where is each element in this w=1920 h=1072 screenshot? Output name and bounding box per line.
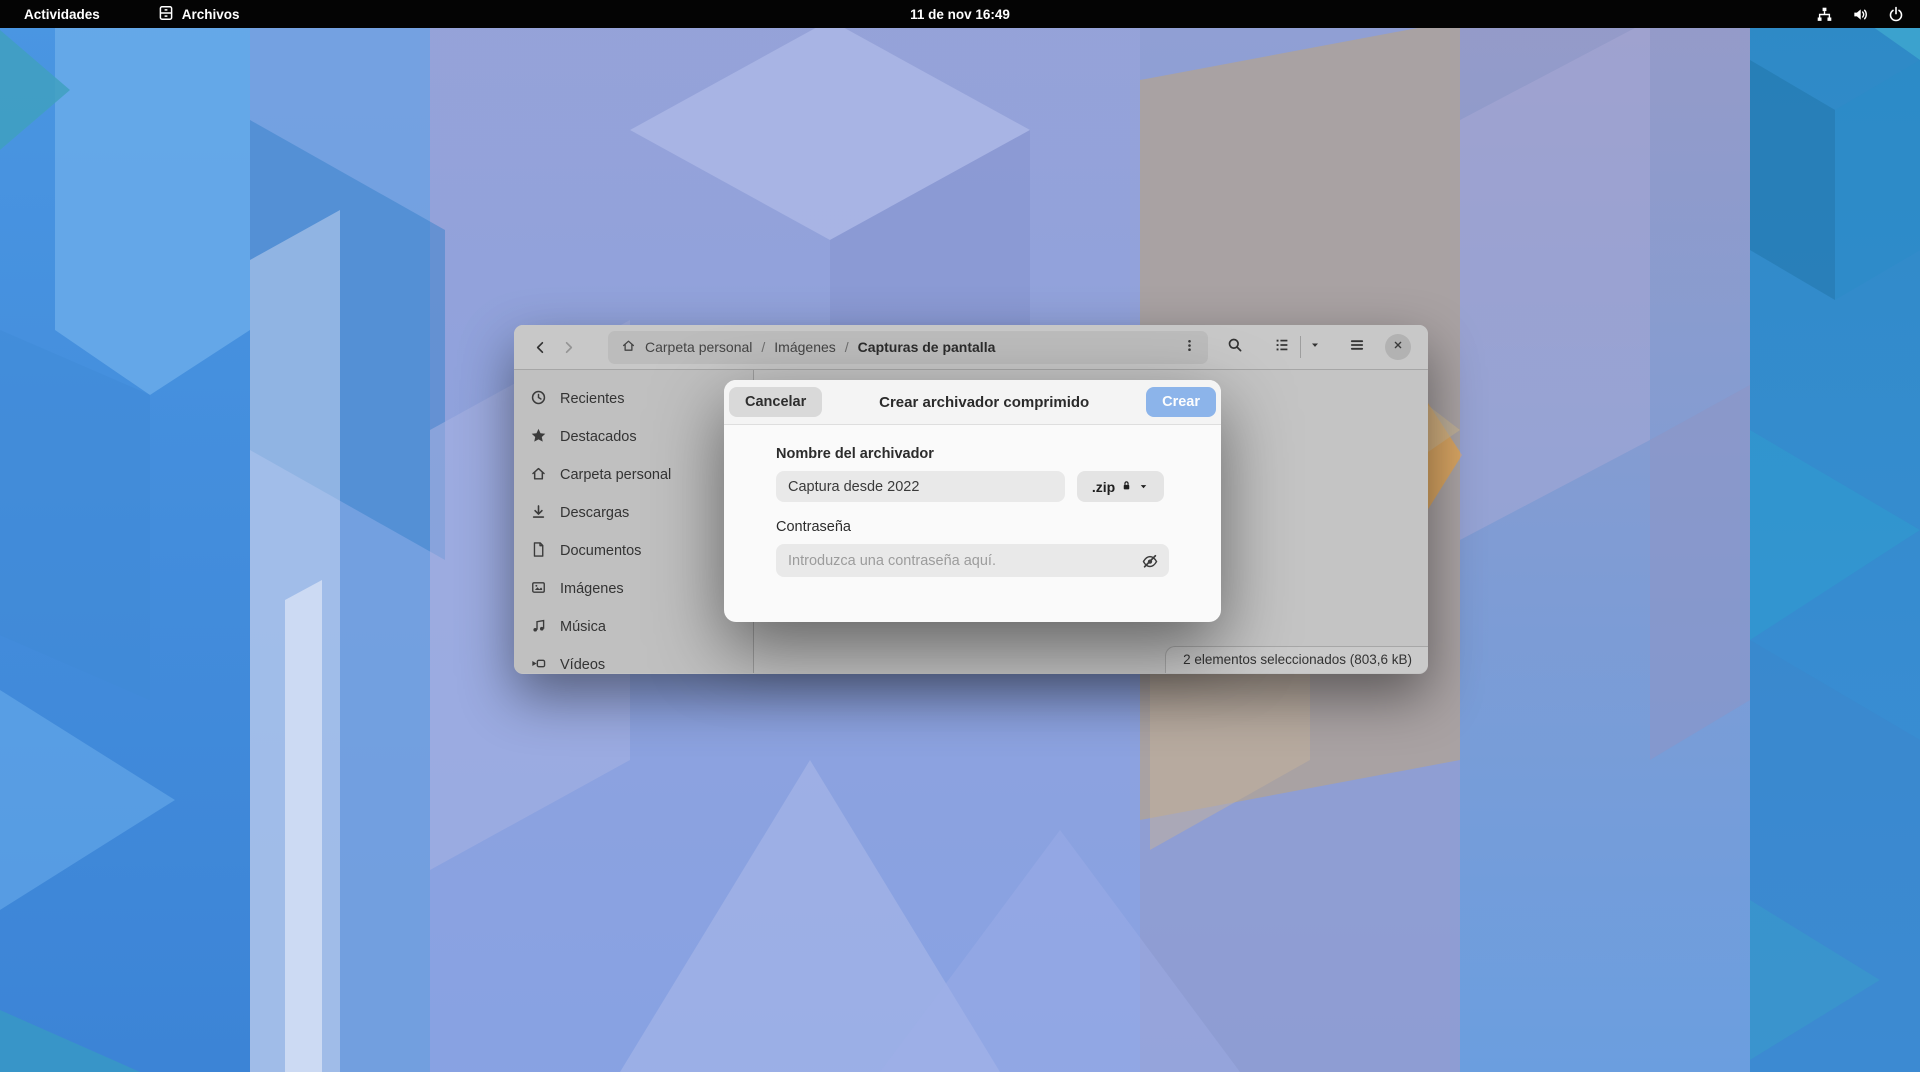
- search-icon: [1227, 337, 1243, 358]
- sidebar-item-label: Imágenes: [560, 581, 624, 597]
- view-options-button[interactable]: [1301, 332, 1328, 362]
- archive-format-dropdown[interactable]: .zip: [1077, 471, 1164, 502]
- sidebar-item-label: Descargas: [560, 505, 629, 521]
- music-icon: [530, 617, 547, 638]
- files-app-icon: [158, 5, 174, 24]
- hamburger-menu-icon: [1349, 337, 1365, 358]
- search-button[interactable]: [1218, 332, 1252, 362]
- sidebar-item-label: Destacados: [560, 429, 637, 445]
- desktop: Actividades Archivos 11 de nov 16:49: [0, 0, 1920, 1072]
- sidebar-item-videos[interactable]: Vídeos: [514, 646, 753, 684]
- sidebar-item-label: Vídeos: [560, 657, 605, 673]
- sidebar-item-carpeta-personal[interactable]: Carpeta personal: [514, 456, 753, 494]
- sidebar-item-label: Carpeta personal: [560, 467, 671, 483]
- selection-status-bar: 2 elementos seleccionados (803,6 kB): [1165, 646, 1428, 673]
- list-view-icon: [1274, 337, 1290, 358]
- focused-app-menu[interactable]: Archivos: [152, 0, 246, 28]
- sidebar-item-destacados[interactable]: Destacados: [514, 418, 753, 456]
- activities-label: Actividades: [24, 7, 100, 22]
- close-icon: [1392, 338, 1404, 356]
- breadcrumb-middle[interactable]: Imágenes: [774, 339, 835, 355]
- dialog-header: Cancelar Crear archivador comprimido Cre…: [724, 380, 1221, 425]
- download-icon: [530, 503, 547, 524]
- sidebar-item-recientes[interactable]: Recientes: [514, 380, 753, 418]
- sidebar-item-musica[interactable]: Música: [514, 608, 753, 646]
- top-bar: Actividades Archivos 11 de nov 16:49: [0, 0, 1920, 28]
- activities-button[interactable]: Actividades: [18, 0, 106, 28]
- power-icon: [1888, 6, 1904, 22]
- breadcrumb-separator: /: [845, 339, 849, 355]
- kebab-menu-icon: [1182, 338, 1197, 356]
- toggle-password-visibility-button[interactable]: [1140, 551, 1160, 571]
- password-input[interactable]: [776, 544, 1169, 577]
- sidebar-item-documentos[interactable]: Documentos: [514, 532, 753, 570]
- window-close-button[interactable]: [1385, 334, 1411, 360]
- view-toggle-split-button: [1264, 332, 1328, 362]
- sidebar-item-label: Música: [560, 619, 606, 635]
- volume-icon: [1852, 6, 1869, 23]
- sidebar-item-label: Recientes: [560, 391, 624, 407]
- back-button[interactable]: [526, 333, 554, 361]
- sidebar-item-label: Documentos: [560, 543, 641, 559]
- chevron-down-icon: [1138, 479, 1149, 495]
- forward-button[interactable]: [554, 333, 582, 361]
- selection-status-text: 2 elementos seleccionados (803,6 kB): [1183, 652, 1412, 667]
- app-menu-label: Archivos: [182, 7, 240, 22]
- sidebar-item-imagenes[interactable]: Imágenes: [514, 570, 753, 608]
- dialog-body: Nombre del archivador .zip Con: [724, 425, 1221, 577]
- lock-icon: [1120, 479, 1133, 495]
- recent-clock-icon: [530, 389, 547, 410]
- list-view-button[interactable]: [1264, 332, 1300, 362]
- eye-slash-icon: [1141, 551, 1159, 572]
- create-button[interactable]: Crear: [1146, 387, 1216, 417]
- clock[interactable]: 11 de nov 16:49: [0, 7, 1920, 22]
- path-options-button[interactable]: [1174, 334, 1204, 361]
- breadcrumb-separator: /: [761, 339, 765, 355]
- chevron-down-icon: [1309, 338, 1321, 356]
- format-label: .zip: [1092, 479, 1115, 495]
- home-icon: [530, 465, 547, 486]
- archive-name-input[interactable]: [776, 471, 1065, 502]
- home-icon: [621, 338, 636, 356]
- sidebar-item-descargas[interactable]: Descargas: [514, 494, 753, 532]
- archive-name-label: Nombre del archivador: [776, 446, 1169, 462]
- main-menu-button[interactable]: [1340, 332, 1374, 362]
- cancel-button[interactable]: Cancelar: [729, 387, 822, 417]
- star-icon: [530, 427, 547, 448]
- sidebar: Recientes Destacados: [514, 370, 754, 673]
- breadcrumb-current[interactable]: Capturas de pantalla: [858, 339, 996, 355]
- breadcrumb-root[interactable]: Carpeta personal: [645, 339, 752, 355]
- video-icon: [530, 655, 547, 676]
- system-status-area[interactable]: [1816, 0, 1904, 28]
- network-icon: [1816, 6, 1833, 23]
- image-icon: [530, 579, 547, 600]
- document-icon: [530, 541, 547, 562]
- password-label: Contraseña: [776, 519, 1169, 535]
- create-archive-dialog: Cancelar Crear archivador comprimido Cre…: [724, 380, 1221, 622]
- breadcrumb[interactable]: Carpeta personal / Imágenes / Capturas d…: [608, 331, 1208, 364]
- files-headerbar: Carpeta personal / Imágenes / Capturas d…: [514, 325, 1428, 370]
- dialog-title: Crear archivador comprimido: [822, 394, 1146, 411]
